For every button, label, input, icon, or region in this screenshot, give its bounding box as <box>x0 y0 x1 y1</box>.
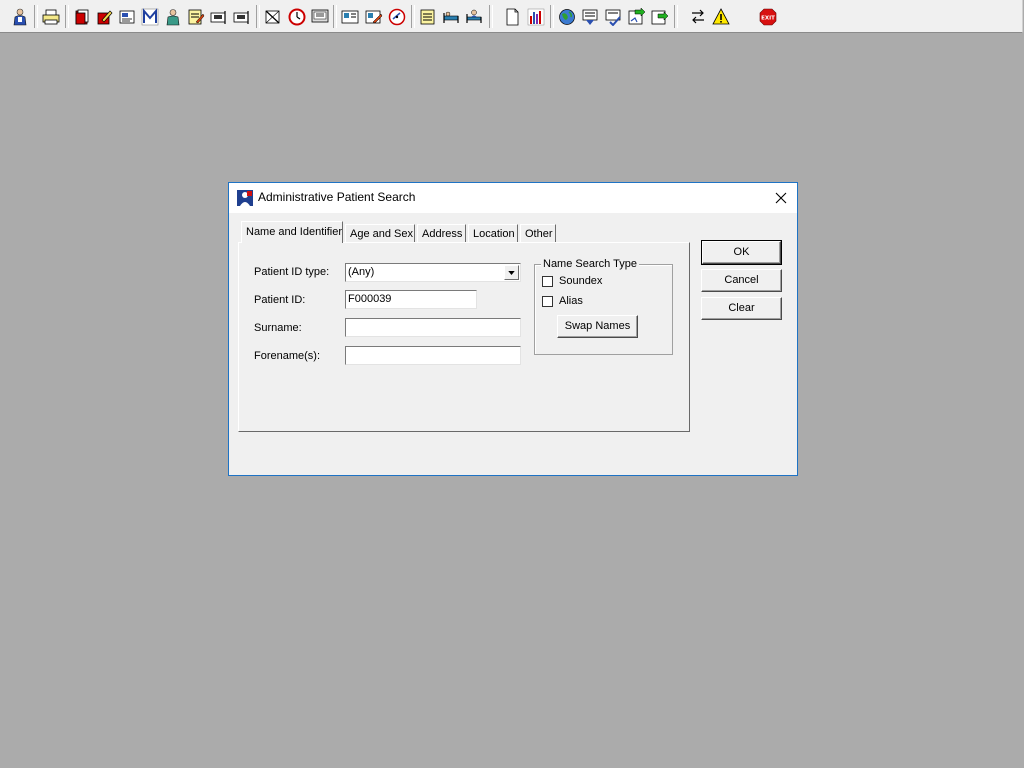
clock-document-icon[interactable] <box>387 6 407 28</box>
flag-icon[interactable] <box>209 6 229 28</box>
green-arrow-doc-icon[interactable] <box>626 6 646 28</box>
tab-label: Other <box>525 228 553 240</box>
book-edit-icon[interactable] <box>94 6 114 28</box>
tab-label: Age and Sex <box>350 228 413 240</box>
notes-icon[interactable] <box>418 6 438 28</box>
globe-icon[interactable] <box>557 6 577 28</box>
page-icon[interactable] <box>502 6 522 28</box>
toolbar-separator <box>34 5 38 28</box>
red-book-icon[interactable] <box>72 6 92 28</box>
exit-label: EXIT <box>761 16 775 22</box>
ok-button[interactable]: OK <box>701 240 782 265</box>
transfer-arrows-icon[interactable] <box>688 6 708 28</box>
download-list-icon[interactable] <box>580 6 600 28</box>
tab-address[interactable]: Address <box>417 224 466 242</box>
patient-search-dialog: Administrative Patient Search Name and I… <box>228 182 798 476</box>
printer-icon[interactable] <box>41 6 61 28</box>
tab-label: Address <box>422 228 463 240</box>
toolbar-separator <box>411 5 415 28</box>
tab-label: Name and Identifier <box>246 226 342 238</box>
bed-person-icon[interactable] <box>464 6 484 28</box>
bar-chart-icon[interactable] <box>526 6 546 28</box>
close-icon <box>775 192 787 204</box>
cancel-button[interactable]: Cancel <box>701 269 782 292</box>
dialog-status-area <box>229 443 797 475</box>
dialog-title: Administrative Patient Search <box>258 190 416 204</box>
flag-2-icon[interactable] <box>232 6 252 28</box>
warning-icon[interactable] <box>711 6 731 28</box>
card-edit-icon[interactable] <box>364 6 384 28</box>
clock-icon[interactable] <box>287 6 307 28</box>
close-button[interactable] <box>767 184 795 212</box>
green-arrow-doc-2-icon[interactable] <box>649 6 669 28</box>
toolbar-separator <box>674 5 678 28</box>
tab-age-and-sex[interactable]: Age and Sex <box>345 224 415 242</box>
cancelled-document-icon[interactable] <box>263 6 283 28</box>
monogram-m-icon[interactable] <box>140 6 160 28</box>
toolbar-separator <box>256 5 260 28</box>
tab-other[interactable]: Other <box>520 224 556 242</box>
patient-icon[interactable] <box>10 6 30 28</box>
clear-button[interactable]: Clear <box>701 297 782 320</box>
tab-name-and-identifier[interactable]: Name and Identifier <box>241 221 343 243</box>
app-patient-icon <box>237 190 253 206</box>
checklist-icon[interactable] <box>603 6 623 28</box>
toolbar-separator <box>333 5 337 28</box>
toolbar-separator <box>550 5 554 28</box>
tab-label: Location <box>473 228 515 240</box>
report-icon[interactable] <box>117 6 137 28</box>
tab-panel <box>238 242 690 432</box>
monitor-icon[interactable] <box>310 6 330 28</box>
card-icon[interactable] <box>340 6 360 28</box>
exit-icon[interactable]: EXIT <box>758 6 778 28</box>
toolbar-separator <box>65 5 69 28</box>
tab-location[interactable]: Location <box>468 224 518 242</box>
toolbar-separator <box>489 5 493 28</box>
notepad-edit-icon[interactable] <box>186 6 206 28</box>
clinician-icon[interactable] <box>163 6 183 28</box>
dialog-titlebar[interactable]: Administrative Patient Search <box>229 183 797 213</box>
bed-icon[interactable] <box>441 6 461 28</box>
main-toolbar: EXIT <box>0 0 1023 33</box>
